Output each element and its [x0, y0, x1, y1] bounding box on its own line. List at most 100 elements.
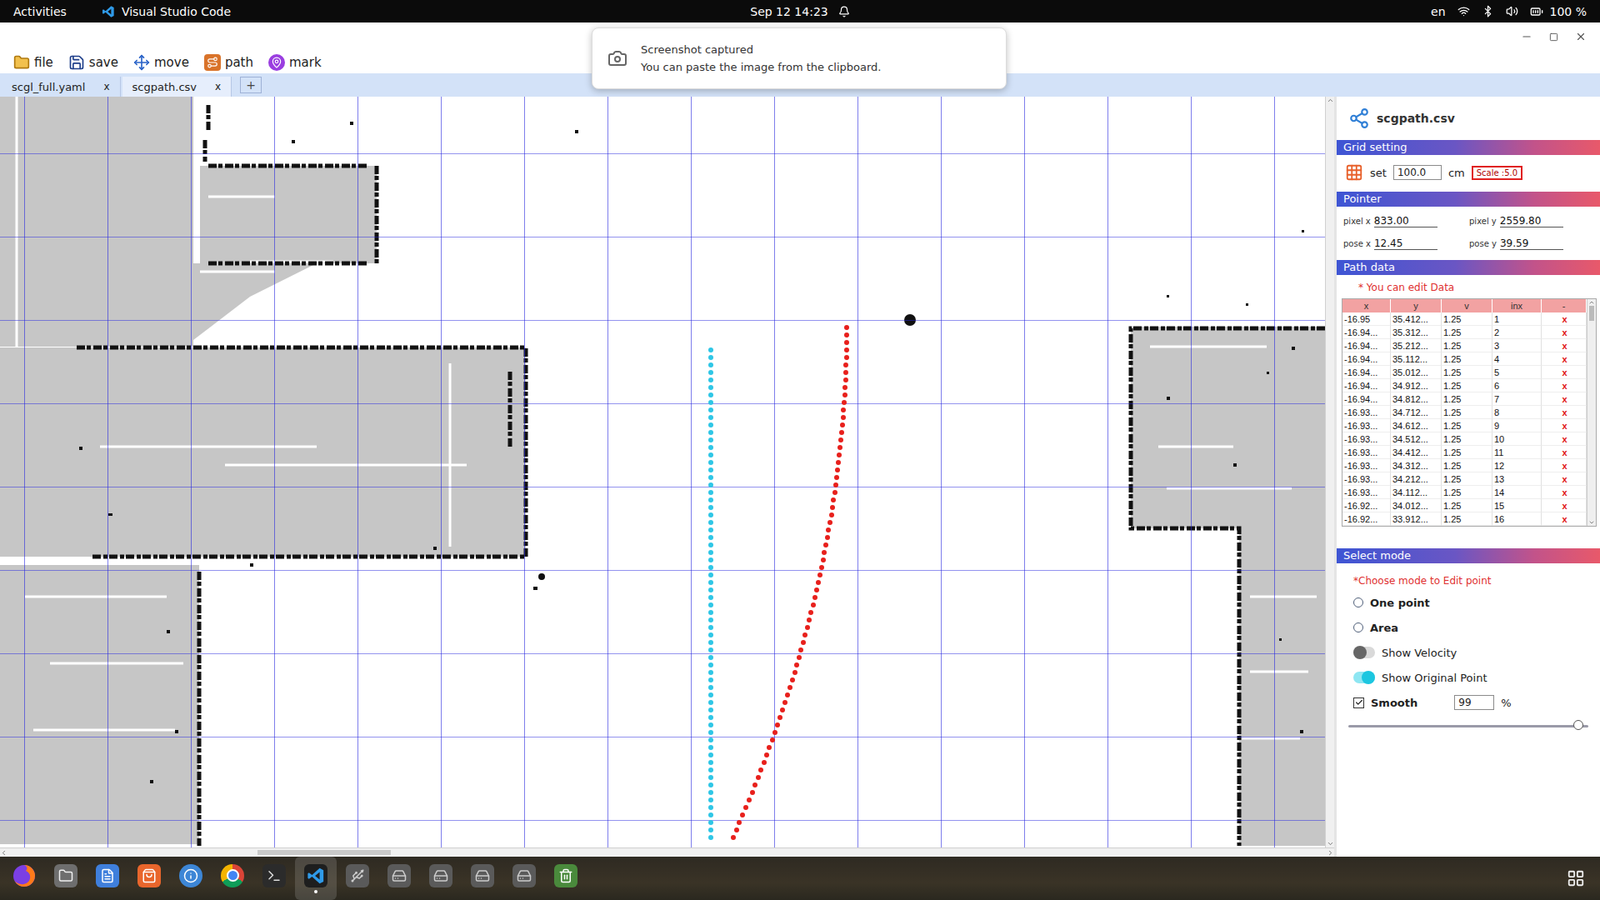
path-point[interactable]: [708, 527, 714, 533]
toolbar-button[interactable]: file: [13, 54, 54, 71]
activities-button[interactable]: Activities: [13, 5, 67, 19]
path-point[interactable]: [708, 610, 714, 615]
table-cell[interactable]: 13: [1492, 472, 1542, 486]
path-point[interactable]: [708, 775, 714, 780]
table-cell[interactable]: 1.25: [1441, 485, 1493, 500]
path-point[interactable]: [838, 437, 844, 443]
table-cell[interactable]: 7: [1492, 392, 1542, 406]
path-point[interactable]: [752, 782, 758, 788]
path-point[interactable]: [708, 550, 714, 555]
table-cell[interactable]: 34.712...: [1390, 405, 1442, 420]
wifi-icon[interactable]: [1457, 5, 1470, 18]
table-cell[interactable]: 6: [1492, 379, 1542, 393]
dock-item[interactable]: [170, 856, 212, 900]
path-point[interactable]: [708, 557, 714, 563]
delete-button[interactable]: x: [1541, 485, 1587, 500]
path-point[interactable]: [708, 460, 714, 465]
path-point[interactable]: [834, 475, 840, 480]
path-point[interactable]: [708, 745, 714, 750]
path-point[interactable]: [840, 415, 846, 420]
table-cell[interactable]: -16.94...: [1342, 379, 1391, 393]
path-point[interactable]: [821, 550, 827, 555]
table-cell[interactable]: -16.94...: [1342, 352, 1391, 366]
show-apps-button[interactable]: [1555, 856, 1597, 900]
delete-button[interactable]: x: [1541, 419, 1587, 433]
table-cell[interactable]: 1.25: [1441, 405, 1493, 420]
dock-item[interactable]: [86, 856, 129, 900]
scroll-left-icon[interactable]: [0, 849, 8, 857]
path-point[interactable]: [708, 542, 714, 548]
delete-button[interactable]: x: [1541, 392, 1587, 406]
toggle-option[interactable]: Show Original Point: [1336, 665, 1600, 690]
path-point[interactable]: [708, 437, 714, 443]
path-point[interactable]: [817, 572, 823, 578]
path-point[interactable]: [708, 655, 714, 660]
delete-button[interactable]: x: [1541, 365, 1587, 380]
table-cell[interactable]: 34.012...: [1390, 499, 1442, 513]
table-cell[interactable]: -16.93...: [1342, 405, 1391, 420]
path-point[interactable]: [829, 512, 835, 518]
path-point[interactable]: [746, 797, 752, 803]
path-point[interactable]: [708, 797, 714, 803]
column-header[interactable]: y: [1390, 299, 1442, 313]
table-cell[interactable]: 1.25: [1441, 512, 1493, 526]
path-point[interactable]: [708, 400, 714, 405]
radio-button[interactable]: [1353, 622, 1364, 633]
path-point[interactable]: [734, 827, 740, 833]
path-point[interactable]: [708, 572, 714, 578]
delete-button[interactable]: x: [1541, 325, 1587, 340]
path-point[interactable]: [800, 640, 806, 645]
path-point[interactable]: [839, 430, 845, 435]
path-point[interactable]: [840, 422, 845, 428]
file-tab[interactable]: scgl_full.yamlx: [1, 76, 121, 97]
table-cell[interactable]: 35.312...: [1390, 325, 1442, 340]
delete-button[interactable]: x: [1541, 445, 1587, 460]
table-cell[interactable]: -16.92...: [1342, 512, 1391, 526]
path-point[interactable]: [708, 632, 714, 638]
path-point[interactable]: [708, 512, 714, 518]
grid-icon[interactable]: [1345, 163, 1364, 182]
path-point[interactable]: [708, 377, 714, 383]
delete-button[interactable]: x: [1541, 352, 1587, 366]
smooth-slider[interactable]: [1348, 725, 1589, 728]
path-point[interactable]: [708, 370, 714, 375]
path-point[interactable]: [844, 332, 850, 338]
path-point[interactable]: [708, 707, 714, 713]
path-point[interactable]: [708, 685, 714, 690]
path-point[interactable]: [790, 677, 795, 683]
path-point[interactable]: [782, 700, 788, 705]
dock-item[interactable]: [461, 856, 504, 900]
path-point[interactable]: [708, 715, 714, 720]
path-point[interactable]: [827, 520, 833, 525]
path-point[interactable]: [743, 805, 749, 810]
path-point[interactable]: [708, 415, 714, 420]
scroll-up-icon[interactable]: [1326, 96, 1335, 105]
table-cell[interactable]: 1.25: [1441, 445, 1493, 460]
table-cell[interactable]: -16.95: [1342, 312, 1391, 326]
path-point[interactable]: [750, 790, 755, 795]
path-point[interactable]: [708, 647, 714, 653]
path-point[interactable]: [837, 445, 843, 450]
scroll-right-icon[interactable]: [1326, 849, 1335, 857]
path-point[interactable]: [808, 610, 814, 615]
table-cell[interactable]: 8: [1492, 405, 1542, 420]
path-point[interactable]: [708, 670, 714, 675]
table-cell[interactable]: 1.25: [1441, 392, 1493, 406]
table-cell[interactable]: 1.25: [1441, 365, 1493, 380]
path-point[interactable]: [792, 670, 798, 675]
grid-size-input[interactable]: 100.0: [1393, 165, 1442, 180]
table-cell[interactable]: -16.93...: [1342, 485, 1391, 500]
table-cell[interactable]: 34.312...: [1390, 459, 1442, 473]
path-point[interactable]: [841, 400, 847, 405]
path-point[interactable]: [708, 347, 714, 353]
path-point[interactable]: [708, 812, 714, 818]
table-cell[interactable]: 35.412...: [1390, 312, 1442, 326]
path-point[interactable]: [812, 595, 818, 600]
table-cell[interactable]: 34.112...: [1390, 485, 1442, 500]
dock-item[interactable]: [211, 856, 254, 900]
vertical-scrollbar[interactable]: [1325, 96, 1335, 848]
path-point[interactable]: [708, 692, 714, 698]
table-cell[interactable]: 34.912...: [1390, 379, 1442, 393]
path-point[interactable]: [775, 722, 780, 728]
table-cell[interactable]: 14: [1492, 485, 1542, 500]
